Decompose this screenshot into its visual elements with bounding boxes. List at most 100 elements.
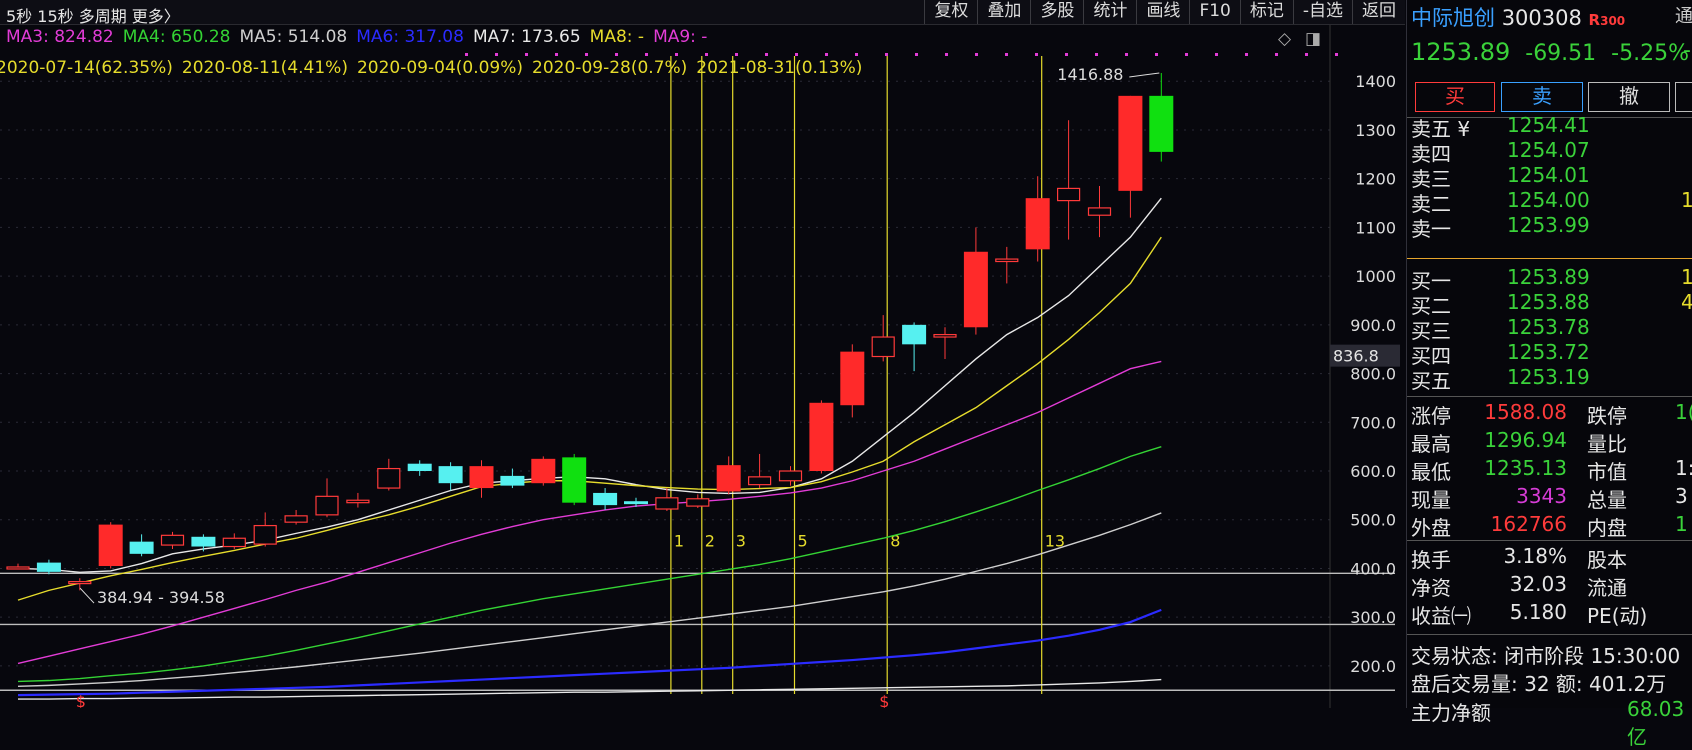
candle-body: [36, 562, 61, 572]
y-tick-label: 500.0: [1350, 511, 1396, 530]
chart-toolbar: 5秒 15秒 多周期 更多〉 复权 叠加 多股 统计 画线 F10 标记 -自选 返回: [0, 0, 1405, 27]
date-legend: 2020-07-14(62.35%) 2020-08-11(4.41%) 2020-…: [0, 58, 871, 78]
toolbar-button-8[interactable]: 返回: [1352, 0, 1405, 24]
ma-line-ma20: [17, 360, 1162, 665]
diamond-icon[interactable]: ◇: [1278, 29, 1291, 49]
ma-legend-item: MA6: 317.08: [356, 27, 464, 47]
candle-body: [840, 351, 865, 406]
candle-body: [778, 470, 803, 482]
date-legend-item: 2020-09-28(0.7%): [532, 58, 688, 78]
bid-row[interactable]: 买三 1253.78: [1411, 315, 1692, 343]
toolbar-button-4[interactable]: 画线: [1136, 0, 1189, 24]
top-dot: [1185, 53, 1188, 56]
stat-row: 最低 1235.13 市值 1:: [1411, 456, 1692, 484]
toolbar-button-2[interactable]: 多股: [1030, 0, 1083, 24]
low-price-arrow: [79, 587, 95, 604]
quote-panel: 中际旭创 300308 R300 通 1253.89 -69.51 -5.25%…: [1406, 0, 1692, 749]
sell-button[interactable]: 卖: [1501, 82, 1583, 112]
divider: [1407, 396, 1692, 397]
top-dot: [915, 53, 918, 56]
candlestick-chart[interactable]: 1 2 3 5 8 131416.88384.94 - 394.58200.0300.04…: [0, 0, 1405, 708]
toolbar-button-0[interactable]: 复权: [924, 0, 977, 24]
time-marker-label: 5: [798, 532, 808, 551]
stat-label: 最低: [1411, 460, 1451, 484]
candle-body: [68, 581, 92, 585]
divider: [1407, 634, 1692, 635]
y-tick-label: 700.0: [1350, 413, 1396, 432]
candle-body: [593, 492, 618, 506]
toolbar-button-1[interactable]: 叠加: [977, 0, 1030, 24]
stat-row: 外盘 162766 内盘 1: [1411, 512, 1692, 540]
ask-row[interactable]: 卖二 1254.00 1: [1411, 188, 1692, 216]
stat-label: 净资: [1411, 576, 1451, 600]
y-tick-label: 1400: [1355, 72, 1396, 91]
cancel-order-button[interactable]: 撤: [1588, 82, 1670, 112]
candle-body: [377, 467, 401, 489]
main-net-label: 主力净额: [1411, 701, 1491, 725]
candle-body: [531, 458, 556, 484]
stat-value: 5.180: [1509, 600, 1567, 624]
ma-legend-item: MA3: 824.82: [6, 27, 114, 47]
top-dot: [765, 53, 768, 56]
ask-price: 1254.01: [1507, 163, 1590, 187]
bid-row[interactable]: 买四 1253.72: [1411, 340, 1692, 368]
candle-body: [284, 515, 308, 523]
top-dot: [975, 53, 978, 56]
stat-value: 1296.94: [1484, 428, 1567, 452]
chart-area[interactable]: 1 2 3 5 8 13 1416.88 384.94 - 394.58 200.0 300.0 4…: [0, 0, 1405, 708]
y-tick-label: 1000: [1355, 267, 1396, 286]
stat-value: 32.03: [1509, 572, 1567, 596]
stock-tag-sub: 300: [1600, 14, 1626, 28]
bid-row[interactable]: 买五 1253.19: [1411, 365, 1692, 393]
buy-button[interactable]: 买: [1415, 82, 1495, 112]
stat-value: 3: [1675, 484, 1688, 508]
candle-body: [1149, 95, 1174, 152]
toolbar-button-5[interactable]: F10: [1189, 0, 1239, 24]
ask-row[interactable]: 卖四 1254.07: [1411, 138, 1692, 166]
bid-price: 1253.72: [1507, 340, 1590, 364]
stock-tag: R300: [1589, 11, 1626, 29]
toolbar-button-6[interactable]: 标记: [1239, 0, 1293, 24]
ma-line-ma120: [17, 608, 1162, 697]
ask-row[interactable]: 卖三 1254.01: [1411, 163, 1692, 191]
time-marker-label: 2: [705, 532, 715, 551]
bid-row[interactable]: 买一 1253.89 1: [1411, 265, 1692, 293]
stat-label: 股本: [1587, 548, 1627, 572]
ask-volume: 1: [1681, 188, 1692, 212]
bid-row[interactable]: 买二 1253.88 4: [1411, 290, 1692, 318]
top-dot: [1035, 53, 1038, 56]
ma-line-ma5: [17, 197, 1162, 574]
candle-body: [315, 495, 339, 516]
window-toggle-icon[interactable]: ◨: [1305, 29, 1321, 49]
candle-body: [716, 465, 741, 492]
top-dot: [525, 53, 528, 56]
ma-legend-item: MA4: 650.28: [122, 27, 231, 47]
date-legend-item: 2020-09-04(0.09%): [356, 58, 524, 78]
ask-row[interactable]: 卖一 1253.99: [1411, 213, 1692, 241]
bid-ask-divider: [1407, 258, 1692, 259]
top-dot: [1335, 53, 1338, 56]
y-tick-label: 1100: [1355, 218, 1396, 237]
stat-label: 收益㈠: [1411, 604, 1471, 628]
fundamental-row: 净资 32.03 流通: [1411, 572, 1692, 600]
candle-body: [469, 466, 494, 489]
top-dot: [705, 53, 708, 56]
ma-legend-item: MA8: -: [589, 27, 645, 47]
top-dot: [645, 53, 648, 56]
toolbar-button-7[interactable]: -自选: [1292, 0, 1352, 24]
toolbar-buttons: 复权 叠加 多股 统计 画线 F10 标记 -自选 返回: [924, 0, 1405, 24]
candle-body: [346, 499, 370, 504]
stat-label: 流通: [1587, 576, 1627, 600]
stat-label: 外盘: [1411, 516, 1451, 540]
stat-label: 最高: [1411, 432, 1451, 456]
top-dot: [1125, 53, 1128, 56]
ask-row[interactable]: 卖五 ¥1254.41: [1411, 113, 1692, 141]
stat-value: 1235.13: [1484, 456, 1567, 480]
price-change-pct: -5.25%: [1611, 41, 1689, 66]
ask-price: 1253.99: [1507, 213, 1590, 237]
ma-line-ma250: [18, 678, 1162, 700]
more-trade-button[interactable]: [1675, 82, 1692, 112]
high-price-arrow: [1129, 72, 1160, 78]
toolbar-button-3[interactable]: 统计: [1083, 0, 1136, 24]
period-selector[interactable]: 5秒 15秒 多周期 更多〉: [6, 3, 180, 27]
